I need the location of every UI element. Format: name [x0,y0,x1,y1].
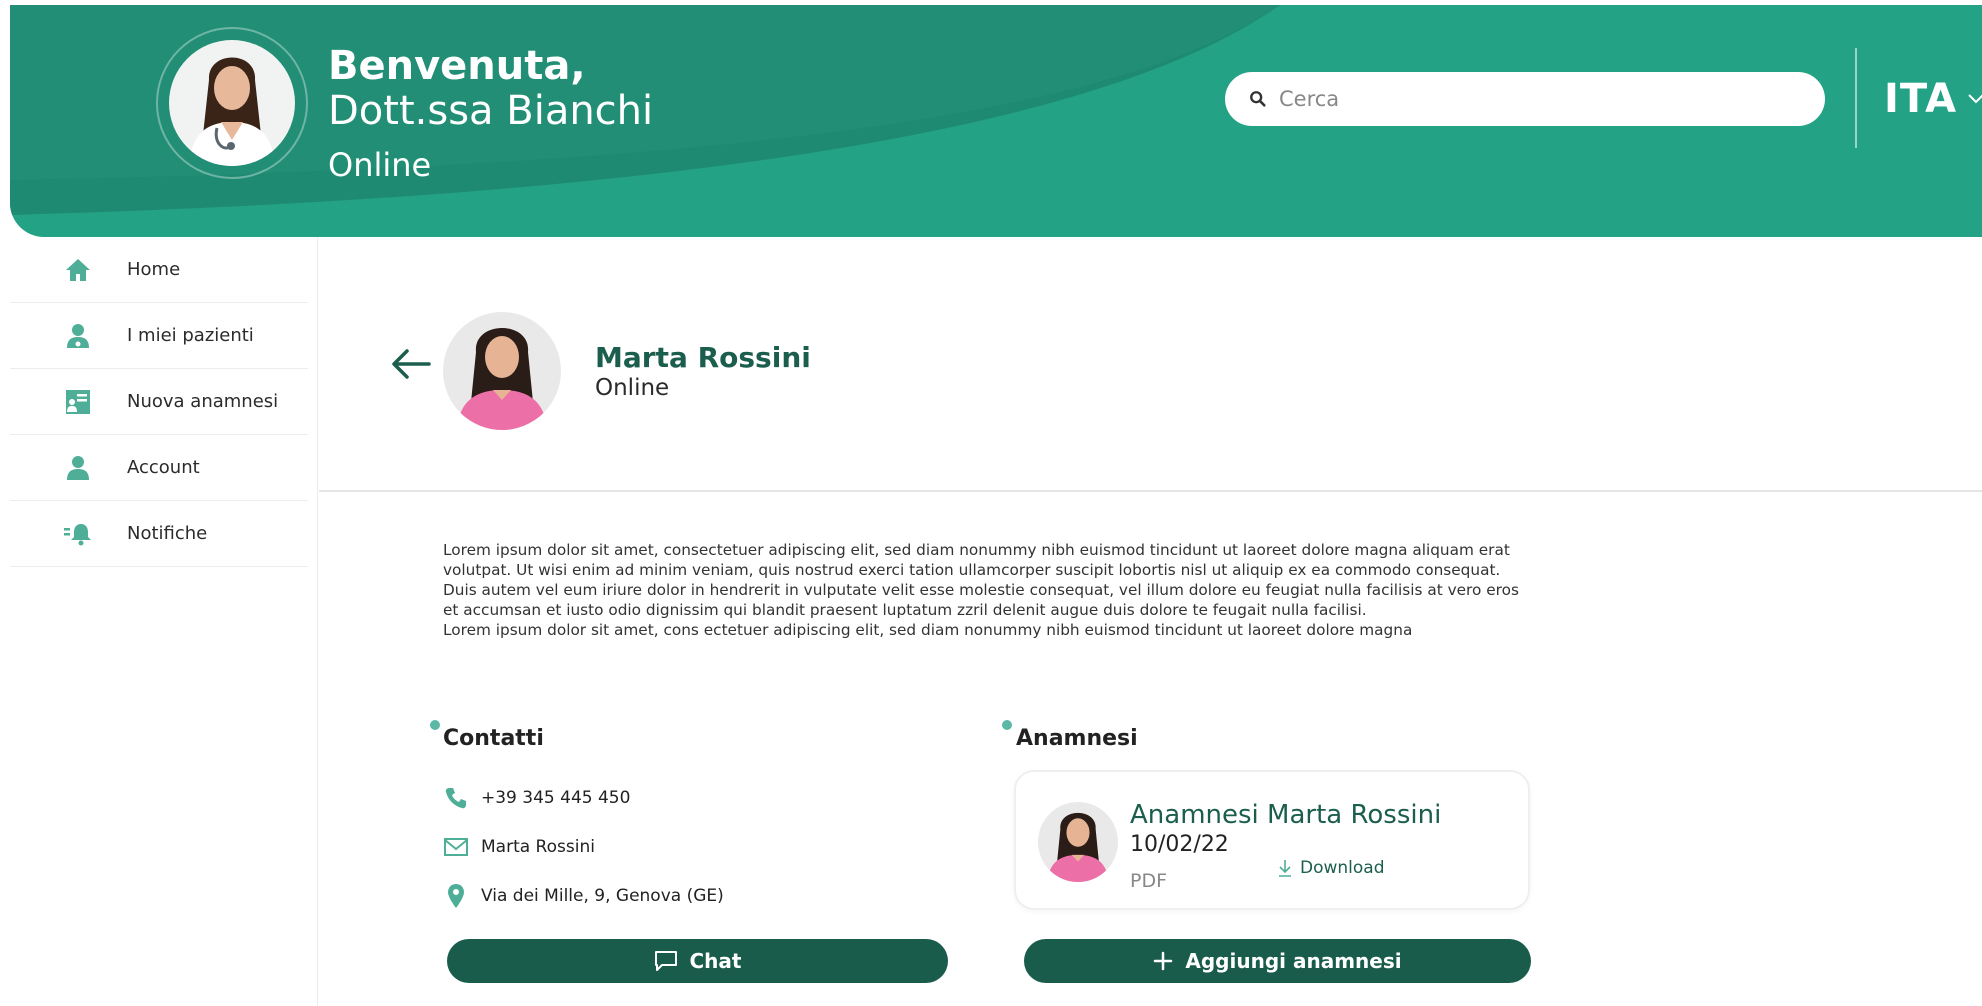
doctor-status: Online [328,146,432,184]
anamnesis-card-title: Anamnesi Marta Rossini [1130,800,1442,830]
home-icon [63,255,93,285]
anamnesis-card[interactable]: Anamnesi Marta Rossini 10/02/22 PDF Down… [1014,770,1530,910]
doctor-avatar[interactable] [169,40,295,166]
section-dot [430,720,440,730]
sidebar-item-notifications[interactable]: Notifiche [10,501,308,567]
sidebar-item-new-anamnesis[interactable]: Nuova anamnesi [10,369,308,435]
sidebar: Home I miei pazienti Nuova anamnesi Acco… [0,237,318,1006]
section-dot [1002,720,1012,730]
patient-name: Marta Rossini [595,341,811,374]
location-pin-icon [443,883,469,909]
email-value: Marta Rossini [481,837,595,857]
greeting: Benvenuta, Dott.ssa Bianchi Online [328,43,653,185]
description-paragraph: Lorem ipsum dolor sit amet, cons ectetue… [443,621,1413,639]
anamnesis-patient-avatar [1038,802,1118,882]
language-selector[interactable]: ITA [1884,76,1982,122]
add-anamnesis-button[interactable]: Aggiungi anamnesi [1024,939,1531,983]
header-divider [1855,48,1857,148]
sidebar-item-account[interactable]: Account [10,435,308,501]
sidebar-item-label: Home [127,259,181,280]
sidebar-item-label: Notifiche [127,523,208,544]
phone-icon [443,785,469,811]
chat-icon [654,951,677,971]
patient-status: Online [595,375,670,401]
download-link[interactable]: Download [1278,858,1385,878]
language-label: ITA [1884,76,1958,122]
sidebar-item-label: I miei pazienti [127,325,254,346]
anamnesis-date: 10/02/22 [1130,832,1229,857]
chat-button[interactable]: Chat [447,939,948,983]
plus-icon [1154,951,1173,971]
notifications-icon [63,519,93,549]
phone-number: +39 345 445 450 [481,788,631,808]
anamnesis-format: PDF [1130,870,1168,892]
contact-address: Via dei Mille, 9, Genova (GE) [443,883,724,909]
add-anamnesis-label: Aggiungi anamnesi [1185,949,1402,973]
search-input[interactable] [1279,87,1799,111]
chevron-down-icon [1968,94,1982,104]
patient-avatar [443,312,561,430]
patient-description: Lorem ipsum dolor sit amet, consectetuer… [443,540,1533,640]
download-icon [1279,860,1291,877]
search-icon [1250,91,1266,107]
greeting-title: Benvenuta, [328,43,586,89]
account-icon [63,453,93,483]
contact-phone: +39 345 445 450 [443,785,630,811]
patients-icon [63,321,93,351]
description-paragraph: Lorem ipsum dolor sit amet, consectetuer… [443,541,1519,619]
sidebar-item-label: Nuova anamnesi [127,391,279,412]
mail-icon [443,834,469,860]
contact-email: Marta Rossini [443,834,595,860]
contacts-title: Contatti [443,726,544,751]
sidebar-item-home[interactable]: Home [10,237,308,303]
search-bar[interactable] [1225,72,1825,126]
patient-header: Marta Rossini Online [319,237,1982,492]
address-value: Via dei Mille, 9, Genova (GE) [481,886,724,906]
back-arrow-icon[interactable] [391,347,431,381]
doctor-avatar-ring [156,27,308,179]
sidebar-item-label: Account [127,457,200,478]
new-anamnesis-icon [63,387,93,417]
sidebar-item-patients[interactable]: I miei pazienti [10,303,308,369]
anamnesis-title: Anamnesi [1016,726,1138,751]
download-label: Download [1300,858,1385,878]
chat-button-label: Chat [689,949,742,973]
doctor-name: Dott.ssa Bianchi [328,88,654,134]
